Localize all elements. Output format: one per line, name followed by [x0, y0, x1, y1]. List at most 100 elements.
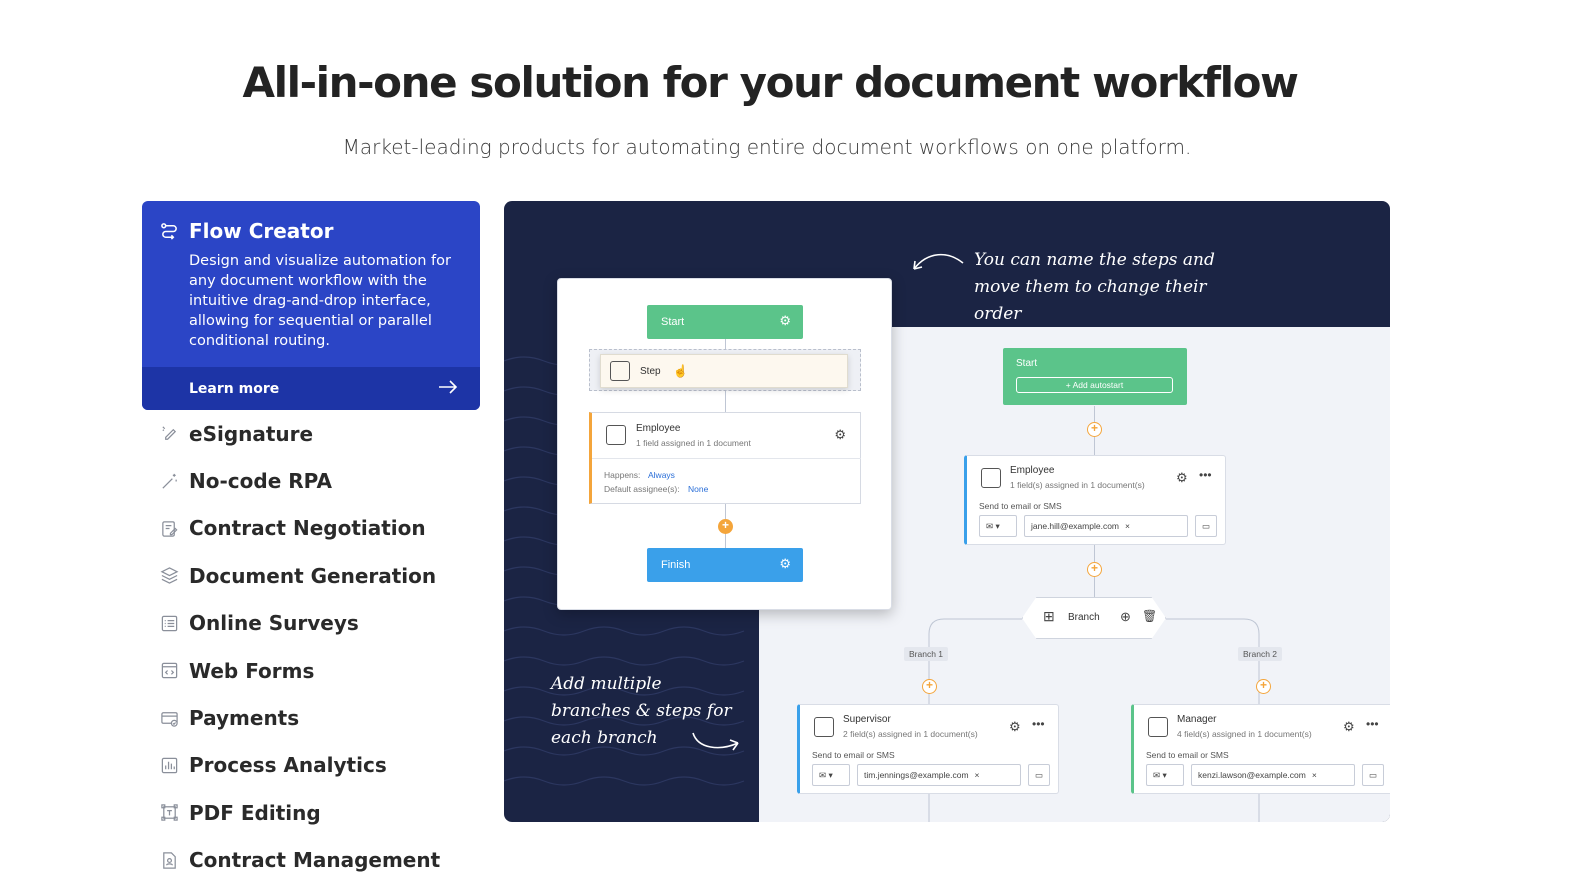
card-check-icon — [160, 709, 179, 728]
email-type-select[interactable]: ✉ ▾ — [812, 764, 850, 786]
step-label: Step — [640, 366, 661, 377]
menu-item-esignature[interactable]: eSignature — [142, 410, 480, 457]
user-icon — [814, 717, 834, 737]
gear-icon[interactable]: ⚙ — [779, 556, 791, 572]
send-label: Send to email or SMS — [812, 750, 895, 760]
employee-label: Employee — [636, 423, 681, 434]
menu-item-payments[interactable]: Payments — [142, 694, 480, 741]
happens-value[interactable]: Always — [648, 470, 675, 480]
user-icon — [1148, 717, 1168, 737]
gear-icon[interactable]: ⚙ — [1176, 470, 1188, 486]
branch1-tag: Branch 1 — [904, 647, 949, 661]
add-step-icon[interactable]: + — [1087, 562, 1102, 577]
branch2-tag: Branch 2 — [1238, 647, 1283, 661]
menu-item-label: Contract Management — [189, 848, 441, 873]
comment-button[interactable]: ▭ — [1195, 515, 1217, 537]
big-start-node[interactable]: Start + Add autostart — [1003, 348, 1187, 405]
active-item-title: Flow Creator — [189, 219, 334, 243]
menu-item-label: Contract Negotiation — [189, 516, 426, 541]
big-employee-sub: 1 field(s) assigned in 1 document(s) — [1010, 480, 1145, 490]
remove-icon[interactable]: × — [1312, 770, 1317, 780]
curved-arrow-icon — [913, 253, 964, 270]
menu-item-web-forms[interactable]: Web Forms — [142, 647, 480, 694]
menu-item-no-code-rpa[interactable]: No-code RPA — [142, 457, 480, 504]
remove-icon[interactable]: × — [1125, 521, 1130, 531]
menu-item-contract-negotiation[interactable]: Contract Negotiation — [142, 505, 480, 552]
add-step-icon[interactable]: + — [718, 519, 733, 534]
gear-icon[interactable]: ⚙ — [779, 313, 791, 329]
employee-sub: 1 field assigned in 1 document — [636, 438, 751, 448]
gear-icon[interactable]: ⚙ — [1343, 719, 1355, 735]
employee-node[interactable]: Employee 1 field assigned in 1 document … — [589, 412, 861, 504]
assignee-value[interactable]: None — [688, 484, 708, 494]
menu-item-flow-creator[interactable]: Flow Creator Design and visualize automa… — [142, 201, 480, 410]
gear-icon[interactable]: ⚙ — [1009, 719, 1021, 735]
checklist-icon — [160, 614, 179, 633]
finish-node[interactable]: Finish ⚙ — [647, 548, 803, 582]
big-employee-node[interactable]: Employee 1 field(s) assigned in 1 docume… — [964, 455, 1226, 545]
recipient-field[interactable]: tim.jennings@example.com × — [857, 764, 1021, 786]
layers-icon — [160, 566, 179, 585]
learn-more-link[interactable]: Learn more — [142, 367, 480, 410]
gear-icon[interactable]: ⚙ — [834, 427, 846, 443]
arrow-right-icon — [438, 379, 458, 398]
more-icon[interactable]: ••• — [1366, 717, 1379, 731]
supervisor-sub: 2 field(s) assigned in 1 document(s) — [843, 729, 978, 739]
manager-label: Manager — [1177, 714, 1217, 725]
product-menu: Flow Creator Design and visualize automa… — [142, 201, 480, 884]
add-step-icon[interactable]: + — [1087, 422, 1102, 437]
menu-item-pdf-editing[interactable]: PDF Editing — [142, 789, 480, 836]
email-type-select[interactable]: ✉ ▾ — [979, 515, 1017, 537]
menu-item-label: Process Analytics — [189, 753, 387, 778]
esignature-icon — [160, 424, 179, 443]
finish-label: Finish — [661, 559, 691, 571]
user-document-icon — [160, 851, 179, 870]
user-icon — [606, 425, 626, 445]
assignee-label: Default assignee(s): — [604, 484, 680, 494]
page-subtitle: Market-leading products for automating e… — [342, 135, 1192, 159]
manager-node[interactable]: Manager 4 field(s) assigned in 1 documen… — [1131, 704, 1390, 794]
add-step-icon[interactable]: + — [1256, 679, 1271, 694]
more-icon[interactable]: ••• — [1032, 717, 1045, 731]
recipient-email: kenzi.lawson@example.com — [1198, 770, 1306, 780]
supervisor-node[interactable]: Supervisor 2 field(s) assigned in 1 docu… — [797, 704, 1059, 794]
comment-button[interactable]: ▭ — [1362, 764, 1384, 786]
small-flow-card: Start ⚙ Step ☝ Employee 1 field assigned… — [557, 278, 892, 610]
text-frame-icon — [160, 803, 179, 822]
add-step-icon[interactable]: + — [922, 679, 937, 694]
menu-item-label: Web Forms — [189, 658, 315, 683]
start-label: Start — [661, 316, 685, 328]
menu-item-online-surveys[interactable]: Online Surveys — [142, 600, 480, 647]
more-icon[interactable]: ••• — [1199, 468, 1212, 482]
manager-sub: 4 field(s) assigned in 1 document(s) — [1177, 729, 1312, 739]
page: All-in-one solution for your document wo… — [0, 0, 1587, 887]
menu-item-document-generation[interactable]: Document Generation — [142, 552, 480, 599]
menu-item-label: Payments — [189, 706, 300, 731]
flow-icon — [160, 222, 179, 241]
menu-item-process-analytics[interactable]: Process Analytics — [142, 742, 480, 789]
active-item-description: Design and visualize automation for any … — [189, 253, 451, 349]
big-start-label: Start — [1016, 358, 1038, 369]
comment-button[interactable]: ▭ — [1028, 764, 1050, 786]
supervisor-label: Supervisor — [843, 714, 891, 725]
remove-icon[interactable]: × — [975, 770, 980, 780]
send-label: Send to email or SMS — [1146, 750, 1229, 760]
magic-wand-icon — [160, 472, 179, 491]
recipient-field[interactable]: kenzi.lawson@example.com × — [1191, 764, 1355, 786]
recipient-field[interactable]: jane.hill@example.com × — [1024, 515, 1188, 537]
bar-chart-icon — [160, 756, 179, 775]
menu-item-label: PDF Editing — [189, 800, 321, 825]
recipient-email: tim.jennings@example.com — [864, 770, 969, 780]
learn-more-label: Learn more — [189, 380, 280, 397]
curved-arrow-icon — [692, 732, 739, 751]
page-title: All-in-one solution for your document wo… — [242, 58, 1298, 107]
big-employee-label: Employee — [1010, 465, 1055, 476]
add-autostart-button[interactable]: + Add autostart — [1016, 377, 1173, 393]
step-node[interactable]: Step ☝ — [589, 349, 861, 391]
menu-item-contract-management[interactable]: Contract Management — [142, 837, 480, 884]
start-node[interactable]: Start ⚙ — [647, 305, 803, 339]
email-type-select[interactable]: ✉ ▾ — [1146, 764, 1184, 786]
menu-item-label: eSignature — [189, 421, 314, 446]
code-window-icon — [160, 661, 179, 680]
menu-item-label: Online Surveys — [189, 611, 359, 636]
